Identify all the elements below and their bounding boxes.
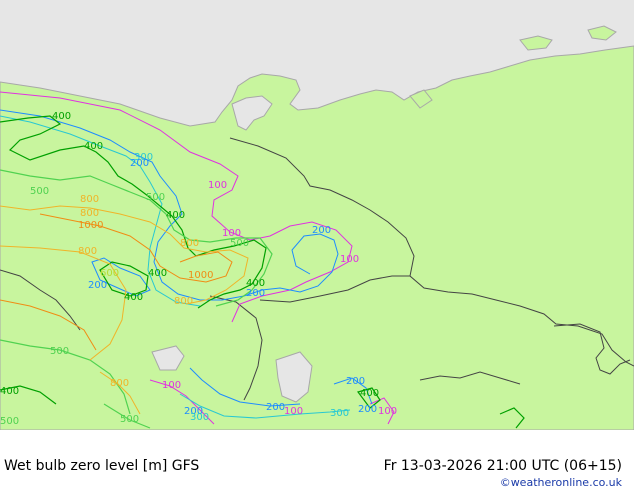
contour-label: 500 [0,416,19,427]
contour-label: 500 [146,192,165,203]
contour-label: 200 [346,376,365,387]
contour-label: 300 [330,408,349,419]
contour-label: 200 [130,158,149,169]
contour-label: 300 [190,412,209,423]
contour-label: 800 [78,246,97,257]
contour-label: 800 [80,208,99,219]
contour-label: 400 [52,111,71,122]
contour-label: 200 [358,404,377,415]
contour-label: 200 [312,225,331,236]
contour-label: 500 [30,186,49,197]
contour-label: 600 [100,268,119,279]
contour-label: 800 [180,238,199,249]
contour-label: 200 [246,288,265,299]
contour-label: 100 [340,254,359,265]
contour-label: 500 [230,238,249,249]
contour-label: 100 [222,228,241,239]
contour-label: 100 [162,380,181,391]
contour-label: 1000 [188,270,213,281]
map-footer: Wet bulb zero level [m] GFS Fr 13-03-202… [0,430,634,490]
contour-label: 1000 [78,220,103,231]
contour-label: 400 [148,268,167,279]
contour-label: 200 [266,402,285,413]
credit-link[interactable]: ©weatheronline.co.uk [500,476,622,489]
forecast-datetime: Fr 13-03-2026 21:00 UTC (06+15) [383,458,622,474]
contour-label: 800 [110,378,129,389]
contour-label: 400 [360,388,379,399]
contour-label: 800 [80,194,99,205]
contour-label: 400 [0,386,19,397]
contour-label: 100 [378,406,397,417]
weather-map: 400 400 300 200 500 800 800 1000 500 400… [0,0,634,430]
contour-label: 100 [208,180,227,191]
contour-label: 500 [50,346,69,357]
contour-label: 400 [84,141,103,152]
contour-label: 500 [120,414,139,425]
contour-label: 400 [124,292,143,303]
contour-label: 800 [174,296,193,307]
contour-label: 200 [88,280,107,291]
contour-label: 100 [284,406,303,417]
contour-label: 400 [166,210,185,221]
map-title: Wet bulb zero level [m] GFS [4,458,200,474]
